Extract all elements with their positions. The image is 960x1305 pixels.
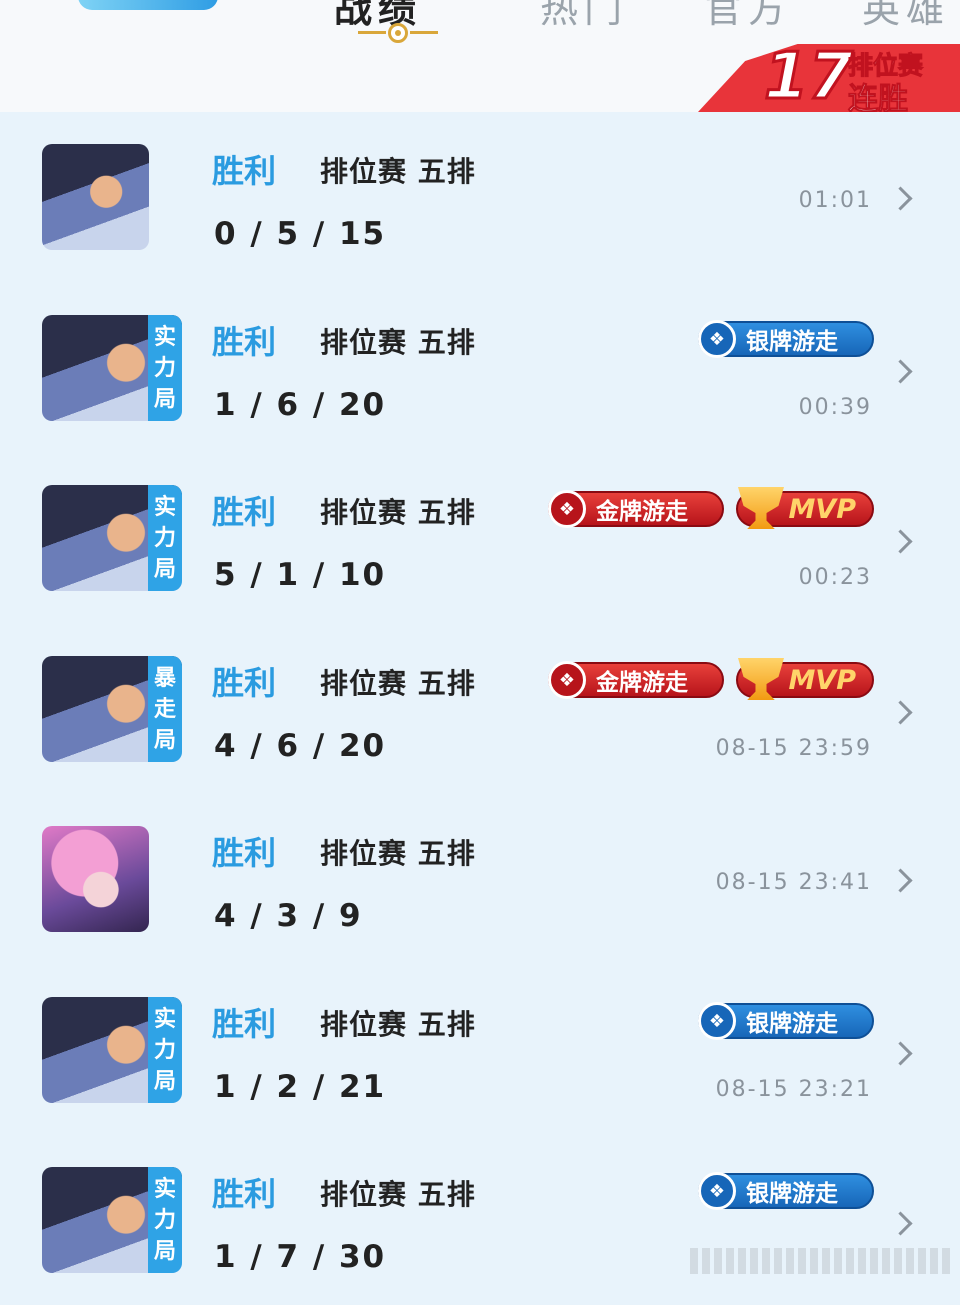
match-row[interactable]: 胜利 排位赛 五排 0 / 5 / 15 01:01 (0, 112, 960, 282)
tab-official[interactable]: 官方 (704, 0, 792, 33)
rank-medal-icon: ❖ (548, 490, 586, 528)
match-time: 08-15 23:59 (715, 736, 872, 761)
chevron-right-icon[interactable] (888, 1041, 913, 1066)
streak-count: 17 (762, 39, 854, 113)
hero-avatar: 实力局 (42, 1167, 182, 1273)
match-result: 胜利 (212, 834, 277, 872)
chevron-right-icon[interactable] (888, 1211, 913, 1236)
badge-label: 金牌游走 (596, 499, 688, 525)
gold-badge: ❖ 金牌游走 (548, 490, 724, 528)
active-tab-indicator (358, 21, 438, 45)
match-time: 08-15 23:41 (715, 870, 872, 895)
match-type-tag: 实力局 (148, 997, 182, 1103)
match-row[interactable]: 胜利 排位赛 五排 4 / 3 / 9 08-15 23:41 (0, 794, 960, 964)
match-time: 01:01 (798, 188, 872, 213)
kda-score: 4 / 3 / 9 (214, 898, 363, 934)
match-mode: 排位赛 五排 (320, 155, 476, 188)
hero-avatar: 实力局 (42, 315, 182, 421)
match-result: 胜利 (212, 152, 277, 190)
match-result: 胜利 (212, 1005, 277, 1043)
kda-score: 1 / 2 / 21 (214, 1069, 387, 1105)
chevron-right-icon[interactable] (888, 868, 913, 893)
hero-portrait (42, 144, 149, 250)
hero-avatar: 实力局 (42, 997, 182, 1103)
rank-medal-icon: ❖ (548, 661, 586, 699)
kda-score: 0 / 5 / 15 (214, 216, 387, 252)
hero-portrait (42, 826, 149, 932)
badge-label: 银牌游走 (746, 329, 838, 355)
match-mode: 排位赛 五排 (320, 837, 476, 870)
match-type-tag: 暴走局 (148, 656, 182, 762)
gold-badge: ❖ 金牌游走 (548, 661, 724, 699)
silver-badge: ❖ 银牌游走 (698, 1172, 874, 1210)
match-row[interactable]: 实力局 胜利 排位赛 五排 1 / 2 / 21 ❖ 银牌游走 08-15 23… (0, 965, 960, 1135)
chevron-right-icon[interactable] (888, 186, 913, 211)
top-nav-header: 战绩 热门 官方 英雄 17 排位赛 连胜 (0, 0, 960, 112)
kda-score: 1 / 7 / 30 (214, 1239, 387, 1275)
match-row[interactable]: 实力局 胜利 排位赛 五排 5 / 1 / 10 ❖ 金牌游走 MVP 00:2… (0, 453, 960, 623)
kda-score: 1 / 6 / 20 (214, 387, 387, 423)
win-streak-banner: 17 排位赛 连胜 (698, 39, 960, 113)
badge-label: 金牌游走 (596, 670, 688, 696)
match-time: 00:23 (798, 565, 872, 590)
match-mode: 排位赛 五排 (320, 496, 476, 529)
silver-badge: ❖ 银牌游走 (698, 1002, 874, 1040)
match-time: 00:39 (798, 395, 872, 420)
match-row[interactable]: 暴走局 胜利 排位赛 五排 4 / 6 / 20 ❖ 金牌游走 MVP 08-1… (0, 624, 960, 794)
match-mode: 排位赛 五排 (320, 326, 476, 359)
rank-medal-icon: ❖ (698, 1002, 736, 1040)
rank-medal-icon: ❖ (698, 1172, 736, 1210)
match-result: 胜利 (212, 1175, 277, 1213)
chevron-right-icon[interactable] (888, 529, 913, 554)
rank-medal-icon: ❖ (698, 320, 736, 358)
match-result: 胜利 (212, 493, 277, 531)
tab-hot[interactable]: 热门 (540, 0, 628, 33)
chevron-right-icon[interactable] (888, 700, 913, 725)
chevron-right-icon[interactable] (888, 359, 913, 384)
match-time: 08-15 23:21 (715, 1077, 872, 1102)
kda-score: 5 / 1 / 10 (214, 557, 387, 593)
tab-hero[interactable]: 英雄 (862, 0, 950, 33)
match-row[interactable]: 实力局 胜利 排位赛 五排 1 / 6 / 20 ❖ 银牌游走 00:39 (0, 283, 960, 453)
hero-avatar: 实力局 (42, 485, 182, 591)
match-mode: 排位赛 五排 (320, 667, 476, 700)
match-type-tag: 实力局 (148, 315, 182, 421)
kda-score: 4 / 6 / 20 (214, 728, 387, 764)
badge-label: 银牌游走 (746, 1011, 838, 1037)
scroll-indicator (690, 1248, 950, 1274)
badge-label: 银牌游走 (746, 1181, 838, 1207)
badge-label: MVP (788, 664, 856, 696)
hero-avatar: 暴走局 (42, 656, 182, 762)
match-result: 胜利 (212, 323, 277, 361)
match-result: 胜利 (212, 664, 277, 702)
streak-label-wins: 连胜 (848, 82, 909, 113)
match-mode: 排位赛 五排 (320, 1178, 476, 1211)
hero-avatar (42, 144, 182, 250)
match-mode: 排位赛 五排 (320, 1008, 476, 1041)
app-logo (78, 0, 218, 10)
match-type-tag: 实力局 (148, 1167, 182, 1273)
hero-avatar (42, 826, 182, 932)
match-type-tag: 实力局 (148, 485, 182, 591)
badge-label: MVP (788, 493, 856, 525)
silver-badge: ❖ 银牌游走 (698, 320, 874, 358)
